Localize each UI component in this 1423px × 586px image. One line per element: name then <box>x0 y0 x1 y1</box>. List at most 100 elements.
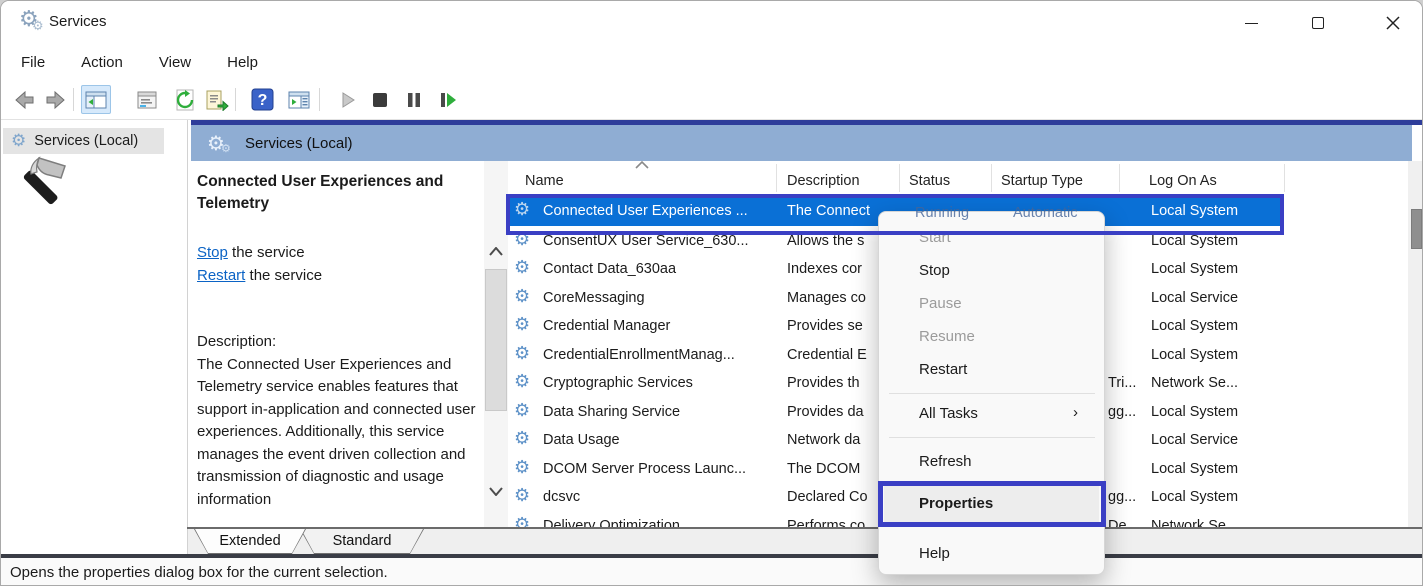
service-startup-type-partial: gg... <box>1108 404 1136 420</box>
stop-service-link[interactable]: Stop <box>197 244 228 261</box>
start-service-icon <box>339 91 357 109</box>
tab-extended-label: Extended <box>195 529 305 553</box>
service-gear-icon: ⚙ <box>514 487 530 505</box>
context-menu-separator <box>889 437 1095 438</box>
column-header-name[interactable]: Name <box>525 173 564 189</box>
selected-service-title: Connected User Experiences and Telemetry <box>197 163 489 215</box>
toolbar-separator <box>235 88 236 111</box>
toolbar-separator <box>73 88 74 111</box>
service-log-on-as: Local System <box>1151 461 1238 477</box>
services-app-icon: ⚙⚙ <box>19 9 39 31</box>
maximize-button[interactable] <box>1295 1 1341 45</box>
forward-button[interactable] <box>41 85 71 114</box>
help-button[interactable]: ? <box>247 85 277 114</box>
context-menu-item-all-tasks[interactable]: All Tasks <box>919 401 978 427</box>
service-name: Data Sharing Service <box>543 404 680 420</box>
maximize-icon <box>1312 17 1324 29</box>
service-log-on-as: Local System <box>1151 318 1238 334</box>
context-menu-separator <box>889 393 1095 394</box>
service-description: Allows the s <box>787 233 864 249</box>
column-divider <box>991 164 992 192</box>
service-log-on-as: Network Se... <box>1151 375 1238 391</box>
title-bar: ⚙⚙ Services <box>1 1 1423 45</box>
column-header-description[interactable]: Description <box>787 173 860 189</box>
service-gear-icon: ⚙ <box>514 316 530 334</box>
show-console-tree-icon <box>85 90 107 110</box>
column-divider <box>1284 164 1285 192</box>
column-divider <box>776 164 777 192</box>
scroll-up-icon[interactable] <box>489 247 503 256</box>
properties-button[interactable] <box>132 85 162 114</box>
menu-view[interactable]: View <box>155 52 195 73</box>
export-list-button[interactable] <box>202 85 232 114</box>
stop-service-icon <box>372 92 388 108</box>
minimize-button[interactable] <box>1228 1 1274 45</box>
show-action-pane-button[interactable] <box>284 85 314 114</box>
context-menu-item-pause[interactable]: Pause <box>919 291 962 317</box>
pause-service-button[interactable] <box>399 85 429 114</box>
context-menu-item-restart[interactable]: Restart <box>919 357 967 383</box>
tree-item-services-local[interactable]: ⚙ Services (Local) <box>3 128 164 154</box>
service-gear-icon: ⚙ <box>514 402 530 420</box>
status-bar-text: Opens the properties dialog box for the … <box>10 564 388 581</box>
context-menu-item-refresh[interactable]: Refresh <box>919 449 972 475</box>
refresh-icon <box>174 89 196 111</box>
detail-scrollbar-thumb[interactable] <box>485 269 507 411</box>
refresh-button[interactable] <box>170 85 200 114</box>
status-bar: Opens the properties dialog box for the … <box>1 558 1423 586</box>
sort-ascending-icon <box>635 161 649 169</box>
service-startup-type-partial: gg... <box>1108 489 1136 505</box>
description-label: Description: <box>197 331 489 354</box>
service-name: Credential Manager <box>543 318 670 334</box>
menu-help[interactable]: Help <box>223 52 262 73</box>
scroll-down-icon[interactable] <box>489 487 503 496</box>
service-description: Provides da <box>787 404 864 420</box>
column-header-status[interactable]: Status <box>909 173 950 189</box>
restart-service-link[interactable]: Restart <box>197 267 245 284</box>
stop-service-button[interactable] <box>365 85 395 114</box>
service-log-on-as: Local Service <box>1151 290 1238 306</box>
context-menu-item-stop[interactable]: Stop <box>919 258 950 284</box>
service-name: dcsvc <box>543 489 580 505</box>
column-divider <box>899 164 900 192</box>
service-list-header: Name Description Status Startup Type Log… <box>509 161 1409 195</box>
menu-file[interactable]: File <box>17 52 49 73</box>
tab-standard[interactable]: Standard <box>300 529 424 554</box>
restart-service-button[interactable] <box>433 85 463 114</box>
context-menu-item-resume[interactable]: Resume <box>919 324 975 350</box>
menu-action[interactable]: Action <box>77 52 127 73</box>
service-log-on-as: Local System <box>1151 233 1238 249</box>
service-description: Provides th <box>787 375 860 391</box>
services-header-icon: ⚙⚙ <box>207 133 237 153</box>
close-button[interactable] <box>1370 1 1416 45</box>
service-gear-icon: ⚙ <box>514 430 530 448</box>
tab-standard-label: Standard <box>301 529 423 553</box>
restart-link-suffix: the service <box>245 267 322 284</box>
service-gear-icon: ⚙ <box>514 373 530 391</box>
back-button[interactable] <box>9 85 39 114</box>
column-header-startup-type[interactable]: Startup Type <box>1001 173 1083 189</box>
annotation-box-properties <box>878 481 1106 527</box>
console-tree-panel: ⚙ Services (Local) <box>1 120 188 558</box>
context-menu-item-help[interactable]: Help <box>919 541 950 567</box>
extended-detail-pane: Connected User Experiences and Telemetry… <box>197 163 489 528</box>
list-scrollbar-thumb[interactable] <box>1411 209 1422 249</box>
toolbar-separator <box>319 88 320 111</box>
restart-service-icon <box>439 92 457 108</box>
service-name: CoreMessaging <box>543 290 645 306</box>
start-service-button[interactable] <box>333 85 363 114</box>
back-icon <box>12 88 36 112</box>
service-name: Cryptographic Services <box>543 375 693 391</box>
show-console-tree-button[interactable] <box>81 85 111 114</box>
tab-extended[interactable]: Extended <box>194 529 306 554</box>
results-pane-header: ⚙⚙ Services (Local) <box>191 125 1412 161</box>
service-startup-type-partial: Tri... <box>1108 375 1136 391</box>
tree-item-label: Services (Local) <box>34 133 138 149</box>
column-header-log-on-as[interactable]: Log On As <box>1149 173 1217 189</box>
hammer-cursor-icon <box>13 154 75 220</box>
svg-text:?: ? <box>257 92 267 109</box>
service-description: The DCOM <box>787 461 860 477</box>
column-divider <box>1119 164 1120 192</box>
service-log-on-as: Local Service <box>1151 432 1238 448</box>
service-log-on-as: Local System <box>1151 404 1238 420</box>
